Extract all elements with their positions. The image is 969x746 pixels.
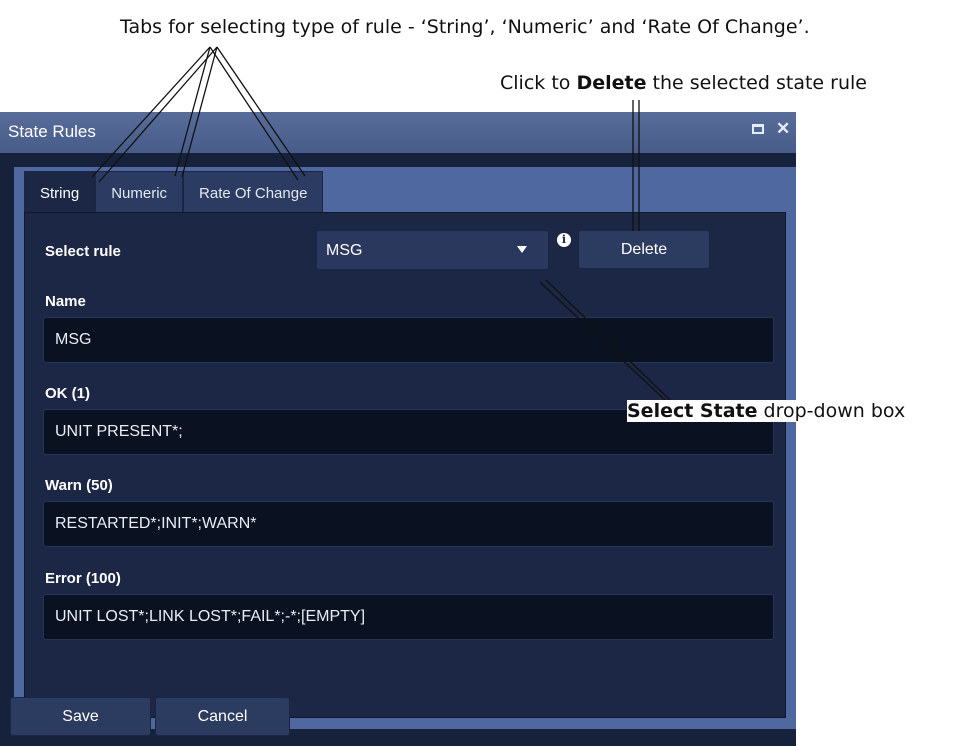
cancel-button[interactable]: Cancel — [155, 697, 290, 736]
annotation-select-bold: Select State — [627, 400, 758, 422]
tab-numeric[interactable]: Numeric — [95, 171, 184, 212]
select-rule-label: Select rule — [45, 243, 121, 260]
annotation-delete-bold: Delete — [576, 72, 647, 94]
warn-label: Warn (50) — [45, 477, 113, 494]
maximize-icon[interactable] — [752, 124, 764, 134]
tab-rate-of-change[interactable]: Rate Of Change — [183, 171, 324, 212]
save-button[interactable]: Save — [10, 697, 151, 736]
annotation-tabs-note: Tabs for selecting type of rule - ‘Strin… — [120, 16, 810, 38]
dialog-title: State Rules — [8, 122, 96, 141]
chevron-down-icon — [517, 246, 527, 253]
annotation-select-suffix: drop-down box — [757, 400, 906, 422]
string-rule-form: Select rule MSG i Delete Name MSG OK (1)… — [24, 212, 786, 718]
annotation-delete-note: Click to Delete the selected state rule — [500, 72, 867, 94]
rules-panel: String Numeric Rate Of Change Select rul… — [14, 167, 796, 729]
rule-type-tabs: String Numeric Rate Of Change — [24, 171, 324, 212]
annotation-delete-prefix: Click to — [500, 72, 577, 94]
annotation-delete-suffix: the selected state rule — [646, 72, 867, 94]
delete-button[interactable]: Delete — [578, 230, 710, 269]
dialog-titlebar[interactable]: State Rules ✕ — [0, 112, 796, 153]
ok-label: OK (1) — [45, 385, 90, 402]
error-label: Error (100) — [45, 570, 121, 587]
name-label: Name — [45, 293, 86, 310]
state-rules-dialog: State Rules ✕ String Numeric Rate Of Cha… — [0, 112, 796, 746]
annotation-select-note: Select State drop-down box — [627, 400, 910, 422]
info-icon[interactable]: i — [557, 233, 571, 247]
select-rule-dropdown[interactable]: MSG — [316, 230, 549, 270]
warn-field[interactable]: RESTARTED*;INIT*;WARN* — [43, 501, 774, 547]
error-field[interactable]: UNIT LOST*;LINK LOST*;FAIL*;-*;[EMPTY] — [43, 594, 774, 640]
close-icon[interactable]: ✕ — [776, 119, 790, 139]
name-field[interactable]: MSG — [43, 317, 774, 363]
tab-string[interactable]: String — [24, 171, 96, 212]
select-rule-value: MSG — [326, 242, 363, 259]
